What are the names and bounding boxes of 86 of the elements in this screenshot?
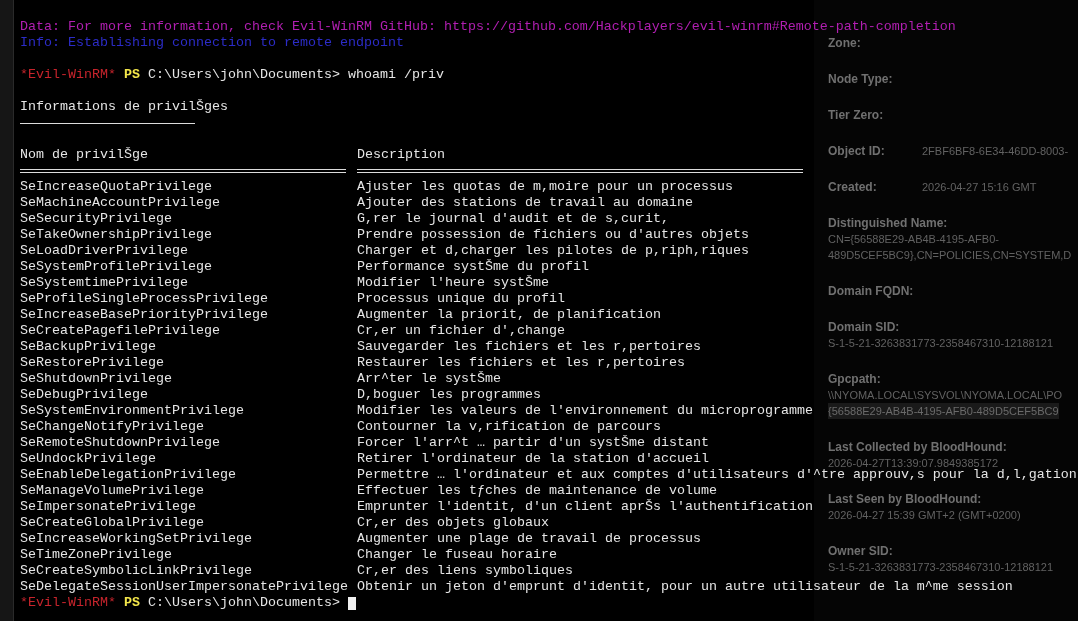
privilege-name: SeCreateSymbolicLinkPrivilege xyxy=(20,563,253,579)
prompt-shell: PS xyxy=(124,67,140,83)
privilege-description: Changer le fuseau horaire xyxy=(357,547,557,563)
privilege-description: Cr,er des objets globaux xyxy=(357,515,549,531)
privilege-name: SeManageVolumePrivilege xyxy=(20,483,205,499)
field-label: Distinguished Name: xyxy=(828,215,948,231)
privilege-description: Forcer l'arr^t … partir d'un systŠme distant xyxy=(357,435,709,451)
prompt-path: C:\Users\john\Documents> xyxy=(148,595,340,611)
privilege-name: SeIncreaseQuotaPrivilege xyxy=(20,179,213,195)
privilege-description: Obtenir un jeton d'emprunt d'identit, pour un autre utilisateur de la m^me session xyxy=(357,579,1013,595)
privilege-description: Retirer l'ordinateur de la station d'accueil xyxy=(357,451,709,467)
field-label: Last Seen by BloodHound: xyxy=(828,491,982,507)
command-text: whoami /priv xyxy=(347,67,444,83)
field-label: Node Type: xyxy=(828,71,893,87)
prompt-marker: *Evil-WinRM* xyxy=(20,67,116,83)
privilege-description: Emprunter l'identit, d'un client aprŠs l'authentification xyxy=(357,499,813,515)
column-header: Description xyxy=(357,147,445,163)
privilege-name: SeTimeZonePrivilege xyxy=(20,547,173,563)
privilege-description: Augmenter la priorit, de planification xyxy=(357,307,661,323)
privilege-name: SeSystemEnvironmentPrivilege xyxy=(20,403,245,419)
column-header: Nom de privilŠge xyxy=(20,147,149,163)
field-value: \\NYOMA.LOCAL\SYSVOL\NYOMA.LOCAL\PO xyxy=(828,388,1063,403)
privilege-description: Prendre possession de fichiers ou d'autres objets xyxy=(357,227,749,243)
field-label: Zone: xyxy=(828,35,861,51)
privilege-description: Cr,er des liens symboliques xyxy=(357,563,573,579)
privilege-description: Sauvegarder les fichiers et les r,pertoires xyxy=(357,339,701,355)
privilege-description: Modifier les valeurs de l'environnement du microprogramme xyxy=(357,403,813,419)
privilege-name: SeIncreaseWorkingSetPrivilege xyxy=(20,531,253,547)
privilege-description: D,boguer les programmes xyxy=(357,387,541,403)
field-label: Created: xyxy=(828,179,878,195)
field-label: Gpcpath: xyxy=(828,371,881,387)
privilege-name: SeDelegateSessionUserImpersonatePrivilege xyxy=(20,579,349,595)
privilege-description: Performance systŠme du profil xyxy=(357,259,589,275)
info-message: Info: Establishing connection to remote endpoint xyxy=(20,35,404,51)
privilege-description: Cr,er un fichier d',change xyxy=(357,323,565,339)
privilege-description: Augmenter une plage de travail de processus xyxy=(357,531,701,547)
field-value: 2026-04-27 15:16 GMT xyxy=(922,180,1037,195)
privilege-name: SeTakeOwnershipPrivilege xyxy=(20,227,213,243)
privilege-name: SeRemoteShutdownPrivilege xyxy=(20,435,221,451)
prompt-marker: *Evil-WinRM* xyxy=(20,595,116,611)
field-label: Owner SID: xyxy=(828,543,893,559)
privilege-description: Charger et d,charger les pilotes de p,riph,riques xyxy=(357,243,749,259)
privilege-name: SeSystemtimePrivilege xyxy=(20,275,189,291)
privilege-name: SeIncreaseBasePriorityPrivilege xyxy=(20,307,269,323)
privilege-description: Contourner la v,rification de parcours xyxy=(357,419,661,435)
privilege-name: SeProfileSingleProcessPrivilege xyxy=(20,291,269,307)
field-value: CN={56588E29-AB4B-4195-AFB0- xyxy=(828,232,999,247)
privilege-name: SeChangeNotifyPrivilege xyxy=(20,419,205,435)
privilege-description: Permettre … l'ordinateur et aux comptes d'utilisateurs d'^tre approuv,s pour la d,l,gation xyxy=(357,467,1077,483)
privilege-description: Ajuster les quotas de m,moire pour un processus xyxy=(357,179,733,195)
privilege-name: SeUndockPrivilege xyxy=(20,451,157,467)
privilege-description: Processus unique du profil xyxy=(357,291,565,307)
privilege-description: Arr^ter le systŠme xyxy=(357,371,501,387)
privilege-name: SeSecurityPrivilege xyxy=(20,211,173,227)
section-title: Informations de privilŠges xyxy=(20,99,228,115)
field-value: 2026-04-27 15:39 GMT+2 (GMT+0200) xyxy=(828,508,1021,523)
field-label: Last Collected by BloodHound: xyxy=(828,439,1007,455)
privilege-name: SeCreateGlobalPrivilege xyxy=(20,515,205,531)
privilege-name: SeMachineAccountPrivilege xyxy=(20,195,221,211)
privilege-name: SeEnableDelegationPrivilege xyxy=(20,467,237,483)
privilege-description: G,rer le journal d'audit et de s,curit, xyxy=(357,211,669,227)
privilege-name: SeShutdownPrivilege xyxy=(20,371,173,387)
field-value: S-1-5-21-3263831773-2358467310-12188121 xyxy=(828,560,1054,575)
field-value: 489D5CEF5BC9},CN=POLICIES,CN=SYSTEM,D xyxy=(828,248,1072,263)
field-value: {56588E29-AB4B-4195-AFB0-489D5CEF5BC9 xyxy=(828,403,1059,419)
field-value: S-1-5-21-3263831773-2358467310-12188121 xyxy=(828,336,1054,351)
field-value: 2026-04-27T13:39:07.9849385172 xyxy=(828,456,999,469)
privilege-name: SeDebugPrivilege xyxy=(20,387,149,403)
privilege-name: SeLoadDriverPrivilege xyxy=(20,243,189,259)
field-label: Tier Zero: xyxy=(828,107,884,123)
data-message: Data: For more information, check Evil-WinRM GitHub: https://github.com/Hackplayers/evil-winrm#Remote-path-completion xyxy=(20,19,956,35)
privilege-name: SeCreatePagefilePrivilege xyxy=(20,323,221,339)
privilege-name: SeSystemProfilePrivilege xyxy=(20,259,213,275)
privilege-name: SeImpersonatePrivilege xyxy=(20,499,197,515)
privilege-description: Modifier l'heure systŠme xyxy=(357,275,549,291)
privilege-name: SeBackupPrivilege xyxy=(20,339,157,355)
field-label: Object ID: xyxy=(828,143,886,159)
field-label: Domain SID: xyxy=(828,319,900,335)
privilege-description: Ajouter des stations de travail au domaine xyxy=(357,195,693,211)
prompt-shell: PS xyxy=(124,595,140,611)
field-label: Domain FQDN: xyxy=(828,283,914,299)
field-value: 2FBF6BF8-6E34-46DD-8003- xyxy=(922,144,1069,159)
privilege-name: SeRestorePrivilege xyxy=(20,355,165,371)
privilege-description: Effectuer les tƒches de maintenance de volume xyxy=(357,483,717,499)
privilege-description: Restaurer les fichiers et les r,pertoires xyxy=(357,355,685,371)
prompt-path: C:\Users\john\Documents> xyxy=(148,67,340,83)
